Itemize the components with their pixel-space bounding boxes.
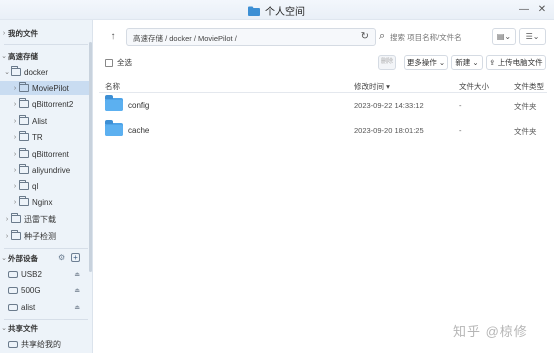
menu-button[interactable]: ☰⌄ bbox=[519, 28, 546, 45]
sidebar-item-aliyundrive[interactable]: › aliyundrive bbox=[0, 163, 70, 177]
folder-icon bbox=[19, 131, 29, 141]
toolbar: ↑ 高速存储 / docker / MoviePilot / ↻ ⌕ ▤⌄ ☰⌄… bbox=[93, 20, 554, 76]
table-row[interactable]: cache 2023-09-20 18:01:25 - 文件夹 bbox=[99, 118, 547, 144]
divider bbox=[4, 248, 88, 249]
window-title-text: 个人空间 bbox=[265, 7, 305, 18]
window-title: 个人空间 bbox=[248, 3, 305, 18]
chevron-right-icon: › bbox=[13, 198, 17, 206]
chevron-right-icon: › bbox=[5, 232, 9, 240]
folder-icon bbox=[19, 98, 29, 108]
divider bbox=[4, 319, 88, 320]
table-row[interactable]: config 2023-09-22 14:33:12 - 文件夹 bbox=[99, 93, 547, 119]
folder-icon bbox=[105, 120, 123, 136]
sidebar-item-qbittorrent2[interactable]: › qBittorrent2 bbox=[0, 97, 73, 111]
sidebar-item-ql[interactable]: › ql bbox=[0, 179, 38, 193]
sidebar-item-seed-check[interactable]: › 种子检测 bbox=[0, 229, 56, 243]
chevron-down-icon: ⌄ bbox=[1, 325, 7, 332]
chevron-right-icon: › bbox=[2, 29, 6, 37]
folder-icon bbox=[19, 115, 29, 125]
close-icon[interactable]: ✕ bbox=[536, 4, 548, 16]
search-icon[interactable]: ⌕ bbox=[379, 30, 385, 43]
share-icon bbox=[8, 340, 18, 348]
upload-button[interactable]: ⇪ 上传电脑文件 bbox=[486, 55, 546, 70]
divider bbox=[4, 44, 88, 45]
search-input[interactable] bbox=[390, 30, 470, 44]
drive-icon bbox=[8, 303, 18, 311]
folder-icon bbox=[248, 6, 260, 16]
drive-icon bbox=[8, 286, 18, 294]
folder-icon bbox=[19, 82, 29, 92]
chevron-right-icon: › bbox=[13, 100, 17, 108]
chevron-right-icon: › bbox=[13, 117, 17, 125]
chevron-right-icon: › bbox=[13, 133, 17, 141]
upload-icon: ⇪ bbox=[489, 58, 496, 67]
gear-icon[interactable]: ⚙ bbox=[58, 253, 65, 262]
select-all-checkbox[interactable]: 全选 bbox=[105, 57, 132, 68]
sidebar-item-alist[interactable]: › Alist bbox=[0, 114, 47, 128]
folder-icon bbox=[11, 66, 21, 76]
sidebar-item-alist-device[interactable]: alist ⏏ bbox=[0, 300, 92, 314]
path-bar[interactable]: 高速存储 / docker / MoviePilot / ↻ bbox=[126, 28, 376, 46]
chevron-right-icon: › bbox=[13, 166, 17, 174]
drive-icon bbox=[8, 270, 18, 278]
eject-icon[interactable]: ⏏ bbox=[74, 271, 80, 278]
breadcrumb: 高速存储 / docker / MoviePilot / bbox=[133, 34, 237, 43]
add-device-button[interactable]: + bbox=[71, 253, 80, 262]
title-bar: 个人空间 — ✕ bbox=[0, 0, 554, 20]
sidebar-item-moviepilot[interactable]: › MoviePilot bbox=[0, 81, 92, 95]
file-list: 名称 修改时间 ▾ 文件大小 文件类型 config 2023-09-22 14… bbox=[93, 76, 554, 353]
sidebar-item-nginx[interactable]: › Nginx bbox=[0, 195, 52, 209]
folder-icon bbox=[19, 164, 29, 174]
sidebar-item-shared-files[interactable]: ⌄ 共享文件 bbox=[0, 321, 38, 335]
folder-icon bbox=[11, 213, 21, 223]
sidebar-item-qbittorrent[interactable]: › qBittorrent bbox=[0, 147, 69, 161]
sidebar-item-500g[interactable]: 500G ⏏ bbox=[0, 283, 92, 297]
sidebar-item-shared-to-me[interactable]: 共享给我的 bbox=[0, 337, 61, 351]
sidebar-item-tr[interactable]: › TR bbox=[0, 130, 43, 144]
eject-icon[interactable]: ⏏ bbox=[74, 304, 80, 311]
folder-icon bbox=[19, 148, 29, 158]
more-actions-button[interactable]: 更多操作 ⌄ bbox=[404, 55, 448, 70]
column-header-name[interactable]: 名称 bbox=[105, 81, 120, 92]
sidebar-item-my-files[interactable]: › 我的文件 bbox=[0, 26, 38, 40]
sidebar-item-high-speed-storage[interactable]: ⌄ 高速存储 bbox=[0, 49, 38, 63]
chevron-right-icon: › bbox=[13, 150, 17, 158]
sidebar-item-external-devices[interactable]: ⌄ 外部设备 bbox=[0, 251, 38, 265]
chevron-down-icon: ⌄ bbox=[1, 255, 7, 262]
refresh-icon[interactable]: ↻ bbox=[361, 31, 369, 42]
sidebar-scrollbar[interactable] bbox=[89, 42, 92, 272]
chevron-right-icon: › bbox=[13, 182, 17, 190]
sort-desc-icon: ▾ bbox=[386, 82, 390, 91]
folder-icon bbox=[105, 95, 123, 111]
chevron-right-icon: › bbox=[5, 215, 9, 223]
sidebar-item-thunder-download[interactable]: › 迅雷下载 bbox=[0, 212, 56, 226]
minimize-icon[interactable]: — bbox=[518, 4, 530, 16]
watermark: 知乎 @椋修 bbox=[453, 324, 528, 339]
sidebar-item-usb2[interactable]: USB2 ⏏ bbox=[0, 267, 92, 281]
folder-icon bbox=[19, 196, 29, 206]
delete-button[interactable]: 删除 bbox=[378, 55, 396, 70]
folder-icon bbox=[11, 230, 21, 240]
column-header-modified[interactable]: 修改时间 ▾ bbox=[354, 81, 390, 92]
folder-icon bbox=[19, 180, 29, 190]
column-header-type[interactable]: 文件类型 bbox=[514, 81, 544, 92]
sidebar-item-docker[interactable]: ⌄ docker bbox=[0, 65, 48, 79]
sidebar: › 我的文件 ⌄ 高速存储 ⌄ docker › MoviePilot › qB… bbox=[0, 20, 93, 353]
chevron-down-icon: ⌄ bbox=[1, 53, 7, 60]
eject-icon[interactable]: ⏏ bbox=[74, 287, 80, 294]
column-header-size[interactable]: 文件大小 bbox=[459, 81, 489, 92]
chevron-down-icon: ⌄ bbox=[4, 69, 10, 76]
checkbox-icon bbox=[105, 58, 113, 67]
chevron-right-icon: › bbox=[13, 84, 17, 92]
back-button[interactable]: ↑ bbox=[105, 29, 121, 45]
new-button[interactable]: 新建 ⌄ bbox=[451, 55, 483, 70]
view-mode-button[interactable]: ▤⌄ bbox=[492, 28, 516, 45]
